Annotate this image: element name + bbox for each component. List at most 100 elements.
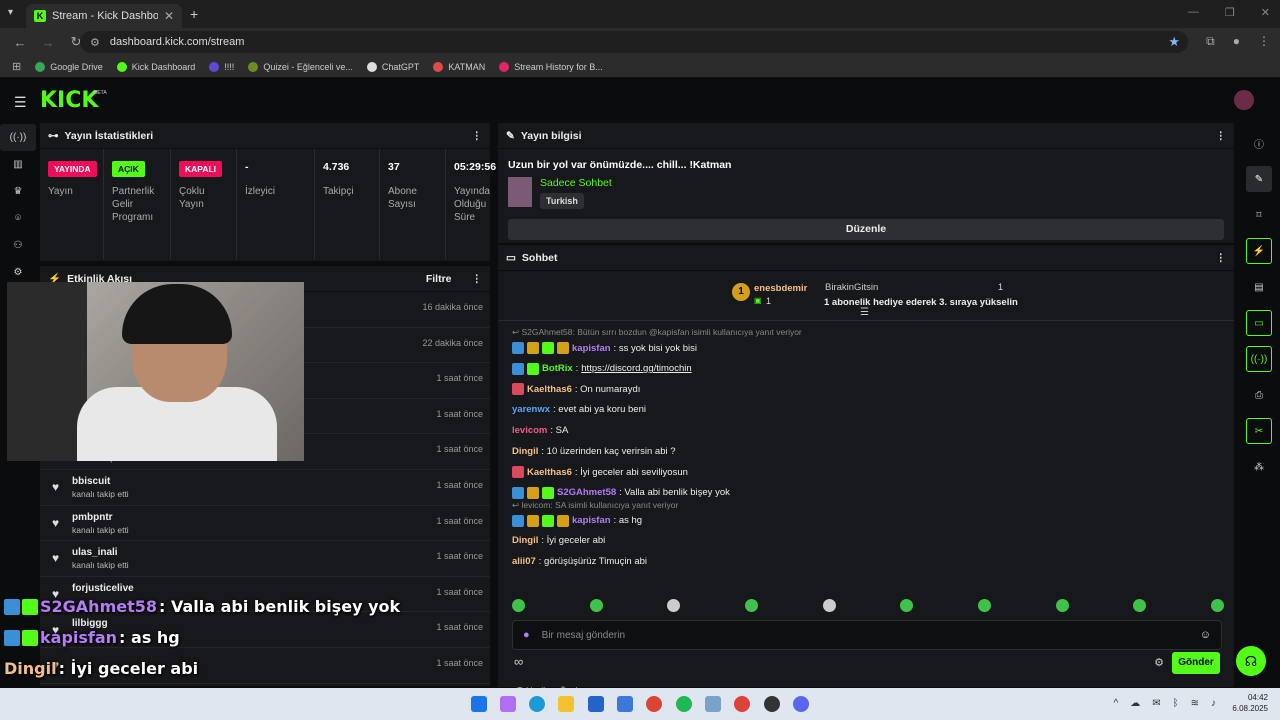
emote-icon[interactable] [1210, 599, 1224, 612]
gifter-name[interactable]: enesbdemir [754, 283, 807, 294]
discord-icon[interactable] [793, 696, 809, 712]
emote-icon[interactable] [512, 599, 525, 612]
chat-username[interactable]: kapisfan [572, 343, 611, 354]
bookmark-item[interactable]: Quizei - Eğlenceli ve... [248, 61, 353, 72]
close-tab-icon[interactable]: ✕ [164, 9, 174, 23]
bookmark-item[interactable]: ChatGPT [366, 61, 419, 72]
activity-username[interactable]: bbiscuit [72, 476, 110, 487]
edge-icon[interactable] [529, 696, 545, 712]
activity-username[interactable]: pmbpntr [72, 512, 113, 523]
browser-tab[interactable]: K Stream - Kick Dashboard ✕ [26, 4, 182, 28]
omnibox[interactable]: ⚙ dashboard.kick.com/stream ★ [80, 31, 1188, 53]
activity-row[interactable]: ♥ pmbpntr kanalı takip etti 1 saat önce [40, 506, 490, 542]
minimize-icon[interactable]: — [1188, 6, 1199, 19]
emote-icon[interactable] [744, 599, 758, 612]
recipient-name[interactable]: BirakinGitsin [825, 282, 878, 293]
analytics-nav-icon[interactable]: ▥ [0, 151, 36, 178]
tray-chevron-icon[interactable]: ^ [1114, 698, 1119, 709]
emote-icon[interactable] [1055, 599, 1069, 612]
chat-bubble-icon[interactable]: ▭ [1246, 310, 1272, 336]
maximize-icon[interactable]: ❐ [1225, 6, 1235, 19]
chat-username[interactable]: BotRix [542, 363, 573, 374]
bookmark-item[interactable]: Google Drive [35, 61, 103, 72]
chrome-icon[interactable] [646, 696, 662, 712]
community-nav-icon[interactable]: ⚇ [0, 232, 36, 259]
support-fab-icon[interactable]: ☊ [1236, 646, 1266, 676]
chat-username[interactable]: kapisfan [572, 515, 611, 526]
site-info-icon[interactable]: ⚙ [90, 36, 100, 49]
chrome-profile-icon[interactable] [734, 696, 750, 712]
kick-logo[interactable]: KICK [40, 88, 98, 113]
info-icon[interactable]: ⓘ [1246, 130, 1272, 156]
chat-username[interactable]: Dingil [512, 535, 538, 546]
emote-icon[interactable] [667, 599, 681, 612]
chat-username[interactable]: S2GAhmet58 [557, 487, 616, 498]
tray-cloud-icon[interactable]: ☁ [1130, 698, 1140, 709]
copilot-icon[interactable] [500, 696, 516, 712]
broadcast-icon[interactable]: ((·)) [1246, 346, 1272, 372]
bookmark-star-icon[interactable]: ★ [1168, 34, 1180, 50]
chat-username[interactable]: alii07 [512, 556, 536, 567]
tab-search-icon[interactable]: ▾ [8, 7, 13, 18]
new-tab-icon[interactable]: + [190, 6, 198, 22]
edit-button[interactable]: Düzenle [508, 219, 1224, 240]
screen-capture-icon[interactable]: ⌑ [1246, 202, 1272, 228]
category-name[interactable]: Sadece Sohbet [540, 177, 612, 189]
tray-mail-icon[interactable]: ✉ [1152, 698, 1160, 709]
start-icon[interactable] [471, 696, 487, 712]
trophy-nav-icon[interactable]: ♛ [0, 178, 36, 205]
obs-icon[interactable] [764, 696, 780, 712]
moderation-nav-icon[interactable]: ⌾ [0, 205, 36, 232]
document-icon[interactable]: ▤ [1246, 274, 1272, 300]
edit-pencil-icon[interactable]: ✎ [1246, 166, 1272, 192]
store-icon[interactable] [588, 696, 604, 712]
emote-icon[interactable] [589, 599, 603, 612]
activity-kebab-icon[interactable]: ⋮ [472, 273, 483, 285]
app-icon[interactable] [617, 696, 633, 712]
activity-row[interactable]: ♥ bbiscuit kanalı takip etti 1 saat önce [40, 470, 490, 506]
chat-kebab-icon[interactable]: ⋮ [1216, 252, 1227, 264]
lightning-icon[interactable]: ⚡ [1246, 238, 1272, 264]
chat-username[interactable]: levicom [512, 425, 547, 436]
emote-icon[interactable] [900, 599, 914, 612]
extensions-icon[interactable]: ⧉ [1206, 34, 1215, 49]
network-app-icon[interactable] [705, 696, 721, 712]
bookmark-item[interactable]: Stream History for B... [499, 61, 603, 72]
activity-username[interactable]: forjusticelive [72, 583, 134, 594]
printer-icon[interactable]: ⎙ [1246, 382, 1272, 408]
wrench-icon[interactable]: ✂ [1246, 418, 1272, 444]
filter-button[interactable]: Filtre [426, 273, 452, 285]
expand-chevron-icon[interactable]: ☰ [860, 307, 869, 318]
close-window-icon[interactable]: ✕ [1261, 6, 1270, 19]
bookmark-item[interactable]: KATMAN [433, 61, 485, 72]
tray-volume-icon[interactable]: ♪ [1211, 698, 1216, 709]
share-icon[interactable]: ⁂ [1246, 454, 1272, 480]
apps-grid-icon[interactable]: ⊞ [12, 60, 21, 73]
bookmark-item[interactable]: Kick Dashboard [116, 61, 195, 72]
file-explorer-icon[interactable] [558, 696, 574, 712]
tray-bluetooth-icon[interactable]: ᛒ [1173, 698, 1179, 709]
chat-link[interactable]: https://discord.gg/timochin [581, 363, 691, 374]
tray-wifi-icon[interactable]: ≋ [1191, 698, 1199, 709]
chat-username[interactable]: yarenwx [512, 404, 550, 415]
activity-row[interactable]: ♥ ulas_inali kanalı takip etti 1 saat önce [40, 541, 490, 577]
chat-username[interactable]: Kaelthas6 [527, 384, 572, 395]
stream-info-kebab-icon[interactable]: ⋮ [1216, 130, 1227, 142]
spotify-icon[interactable] [676, 696, 692, 712]
emote-icon[interactable] [822, 599, 836, 612]
menu-kebab-icon[interactable]: ⋮ [1258, 34, 1270, 49]
activity-username[interactable]: ulas_inali [72, 547, 118, 558]
stats-kebab-icon[interactable]: ⋮ [472, 130, 483, 142]
taskbar-clock[interactable]: 04:42 6.08.2025 [1232, 692, 1268, 714]
user-avatar[interactable] [1234, 90, 1254, 110]
forward-icon[interactable]: → [40, 35, 56, 50]
profile-icon[interactable]: ● [1233, 34, 1240, 49]
stream-nav-icon[interactable]: ((·)) [0, 124, 36, 151]
back-icon[interactable]: ← [12, 35, 28, 50]
chat-username[interactable]: Kaelthas6 [527, 467, 572, 478]
bookmark-item[interactable]: !!!! [209, 61, 234, 72]
emote-icon[interactable] [977, 599, 991, 612]
chat-username[interactable]: Dingil [512, 446, 538, 457]
emote-icon[interactable] [1133, 599, 1147, 612]
hamburger-menu-icon[interactable]: ☰ [14, 94, 27, 111]
